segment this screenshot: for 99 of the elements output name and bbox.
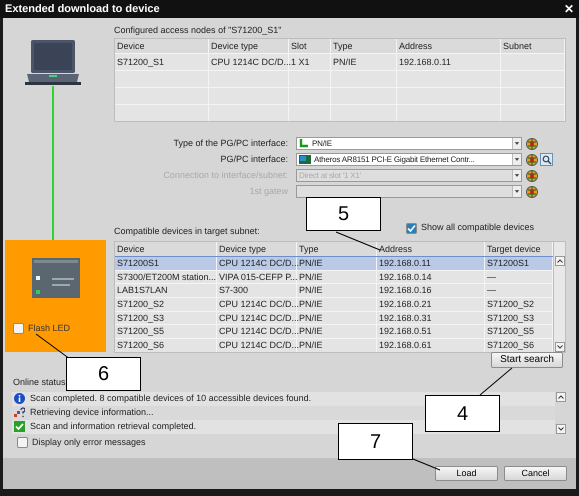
cancel-button[interactable]: Cancel — [504, 466, 567, 481]
device-row[interactable]: S71200_S6 CPU 1214C DC/D...PN/IE 192.168.0.61 S71200_S6 — [115, 338, 553, 352]
table-cell: 192.168.0.31 — [379, 312, 432, 323]
plc-module-icon — [32, 258, 80, 298]
table-cell: S71200_S5 — [487, 326, 534, 336]
online-status-title: Online status — [13, 376, 66, 389]
leader-line — [336, 232, 380, 250]
scroll-down-icon[interactable] — [554, 342, 564, 352]
table-cell: — — [487, 285, 496, 296]
table-cell: PN/IE — [299, 272, 323, 282]
table-cell: S7300/ET200M station... — [117, 272, 216, 282]
table-cell: CPU 1214C DC/D... — [219, 340, 300, 350]
scroll-down-icon[interactable] — [556, 424, 566, 434]
callout-label: 6 — [66, 357, 141, 391]
callout-label: 5 — [306, 197, 381, 231]
field-label: PG/PC interface: — [219, 152, 289, 166]
dropdown-value: PN/IE — [312, 138, 333, 150]
network-card-icon — [299, 155, 311, 164]
start-search-button[interactable]: Start search — [491, 352, 563, 368]
table-cell: S71200_S3 — [487, 312, 534, 323]
device-row[interactable]: S71200_S2 CPU 1214C DC/D...PN/IE 192.168.0.21 S71200_S2 — [115, 297, 553, 311]
table-cell: S71200_S5 — [117, 326, 164, 336]
scroll-up-icon[interactable] — [556, 392, 566, 402]
globe-icon[interactable] — [526, 138, 538, 150]
table-cell: 192.168.0.14 — [379, 272, 432, 282]
dropdown-value: Atheros AR8151 PCI-E Gigabit Ethernet Contr... — [314, 154, 476, 166]
busy-icon — [14, 407, 25, 418]
callout-label: 7 — [338, 423, 413, 460]
table-cell: 192.168.0.51 — [379, 326, 432, 336]
column-header: Type — [331, 39, 397, 53]
plug-icon — [299, 138, 309, 148]
table-cell: PN/IE — [299, 258, 323, 268]
table-cell: 192.168.0.61 — [379, 340, 432, 350]
table-cell: CPU 1214C DC/D... — [219, 326, 300, 336]
leader-line — [36, 334, 70, 360]
interface-dropdown[interactable]: PN/IE — [296, 137, 522, 150]
search-icon[interactable] — [540, 153, 553, 166]
table-cell: PN/IE — [299, 299, 323, 310]
interface-dropdown[interactable]: Atheros AR8151 PCI-E Gigabit Ethernet Contr... — [296, 153, 522, 166]
flash-led-checkbox[interactable] — [13, 323, 24, 334]
show-all-label: Show all compatible devices — [420, 221, 534, 234]
table-cell: S71200_S2 — [117, 299, 164, 310]
table-cell: S71200S1 — [487, 258, 530, 268]
device-row[interactable]: S71200S1 CPU 1214C DC/D...PN/IE 192.168.0.11 S71200S1 — [115, 256, 553, 270]
table-cell: PN/IE — [333, 57, 357, 67]
table-cell: 1 X1 — [291, 57, 310, 67]
status-message: Scan and information retrieval completed. — [30, 420, 196, 433]
table-cell: 192.168.0.21 — [379, 299, 432, 310]
field-label: Type of the PG/PC interface: — [172, 136, 289, 150]
column-header: Slot — [289, 39, 331, 53]
leader-line — [480, 368, 512, 396]
table-cell: S71200_S3 — [117, 312, 164, 323]
leader-line — [412, 458, 440, 470]
table-cell: — — [487, 272, 496, 282]
scrollbar[interactable] — [554, 241, 566, 353]
table-cell: 192.168.0.11 — [399, 57, 451, 67]
table-cell: CPU 1214C DC/D... — [219, 312, 300, 323]
table-cell: 192.168.0.16 — [379, 285, 432, 296]
table-cell: 192.168.0.11 — [379, 258, 431, 268]
globe-icon[interactable] — [526, 154, 538, 166]
table-cell: VIPA 015-CEFP P... — [219, 272, 298, 282]
table-cell: S71200_S1 — [117, 57, 164, 67]
device-row[interactable]: LAB1S7LAN S7-300 PN/IE 192.168.0.16 — — [115, 283, 553, 298]
errors-only-label: Display only error messages — [32, 436, 146, 449]
info-icon — [14, 393, 25, 404]
device-row[interactable]: S71200_S3 CPU 1214C DC/D...PN/IE 192.168.0.31 S71200_S3 — [115, 310, 553, 324]
table-cell: CPU 1214C DC/D... — [211, 57, 292, 67]
flash-led-label: Flash LED — [28, 322, 70, 335]
table-cell: CPU 1214C DC/D... — [219, 299, 300, 310]
errors-only-checkbox[interactable] — [17, 436, 28, 448]
status-message: Retrieving device information... — [30, 406, 154, 419]
laptop-icon — [24, 40, 80, 86]
table-cell: S71200S1 — [117, 258, 160, 268]
show-all-checkbox[interactable] — [406, 222, 417, 234]
table-cell: PN/IE — [299, 340, 323, 350]
table-cell: LAB1S7LAN — [117, 285, 168, 296]
check-icon — [14, 421, 25, 432]
scroll-up-icon[interactable] — [554, 256, 564, 266]
column-header: Address — [397, 39, 501, 53]
table-cell: S7-300 — [219, 285, 248, 296]
table-cell: CPU 1214C DC/D... — [219, 258, 300, 268]
callout-label: 4 — [425, 395, 500, 432]
column-header: Subnet — [501, 39, 565, 53]
table-cell: S71200_S6 — [117, 340, 164, 350]
table-cell: S71200_S6 — [487, 340, 534, 350]
table-cell: PN/IE — [299, 312, 323, 323]
column-header: Device type — [209, 39, 289, 53]
load-button[interactable]: Load — [435, 466, 498, 481]
device-row[interactable]: S7300/ET200M station... VIPA 015-CEFP P... PN/IE 192.168.0.14 — — [115, 270, 553, 284]
table-cell: PN/IE — [299, 326, 323, 336]
window-title: Extended download to device — [5, 2, 160, 17]
column-header: Device — [115, 39, 209, 53]
device-row[interactable]: S71200_S5 CPU 1214C DC/D...PN/IE 192.168.0.51 S71200_S5 — [115, 324, 553, 338]
configured-nodes-title: Configured access nodes of "S71200_S1" — [114, 24, 283, 37]
table-cell: PN/IE — [299, 285, 323, 296]
close-button[interactable]: ✕ — [564, 3, 574, 15]
status-message: Scan completed. 8 compatible devices of 10 accessible devices found. — [30, 392, 312, 405]
table-cell: S71200_S2 — [487, 299, 534, 310]
compatible-devices-title: Compatible devices in target subnet: — [114, 225, 260, 238]
